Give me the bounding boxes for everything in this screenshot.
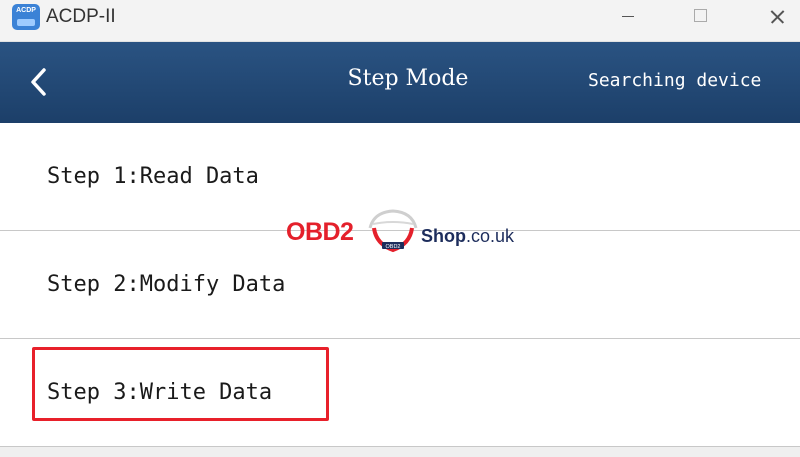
window-title: ACDP-II (46, 6, 116, 27)
car-logo-icon: OBD2 (368, 209, 418, 253)
badge-text: OBD2 (386, 244, 401, 250)
watermark-brand: OBD2 (286, 218, 354, 246)
app-header: Step Mode Searching device (0, 42, 800, 123)
app-logo-text: ACDP (16, 7, 36, 14)
watermark-tld: .co.uk (466, 226, 515, 246)
watermark-logo: OBD2 OBD2 Shop.co.uk (286, 206, 518, 256)
step-highlight-box (32, 347, 329, 421)
minimize-button[interactable] (605, 0, 651, 32)
list-bottom-edge (0, 447, 800, 457)
app-logo-icon: ACDP (12, 4, 40, 30)
step-label: Step 1:Read Data (47, 164, 259, 189)
watermark-shop: Shop.co.uk (421, 226, 514, 247)
device-status: Searching device (588, 70, 762, 91)
watermark-shop-text: Shop (421, 226, 466, 246)
close-button[interactable] (754, 0, 800, 32)
step-label: Step 2:Modify Data (47, 272, 286, 297)
maximize-button[interactable] (677, 0, 723, 32)
window-titlebar: ACDP ACDP-II (0, 0, 800, 42)
